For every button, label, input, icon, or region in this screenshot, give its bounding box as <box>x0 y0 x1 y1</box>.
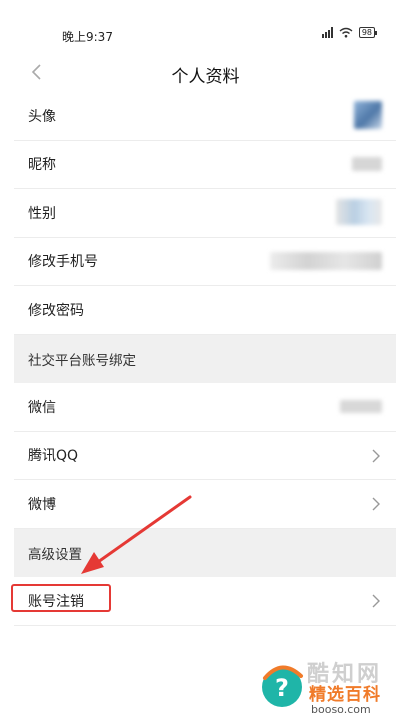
social-binding-section-header: 社交平台账号绑定 <box>14 334 396 383</box>
status-icons: 98 <box>321 27 378 38</box>
cellular-signal-icon <box>321 27 333 38</box>
watermark-url: booso.com <box>311 703 371 716</box>
svg-text:?: ? <box>275 674 289 702</box>
nav-bar: 个人资料 <box>0 50 411 98</box>
account-cancellation-label: 账号注销 <box>28 593 84 610</box>
chevron-right-icon <box>372 594 380 608</box>
profile-settings-list: 头像 昵称 性别 修改手机号 修改密码 社交平台账号绑定 微信 腾讯QQ 微博 … <box>14 92 396 626</box>
wechat-label: 微信 <box>28 399 56 416</box>
status-time: 晚上9:37 <box>62 30 113 44</box>
advanced-settings-section-header: 高级设置 <box>14 528 396 577</box>
qq-row[interactable]: 腾讯QQ <box>14 432 396 480</box>
question-mark-logo-icon: ? <box>262 665 303 707</box>
nickname-label: 昵称 <box>28 157 56 174</box>
change-password-label: 修改密码 <box>28 302 84 319</box>
avatar-thumbnail <box>354 101 382 129</box>
change-password-row[interactable]: 修改密码 <box>14 286 396 335</box>
nickname-value-blurred <box>352 156 382 171</box>
change-phone-row[interactable]: 修改手机号 <box>14 238 396 286</box>
wifi-icon <box>339 27 353 38</box>
advanced-settings-section-label: 高级设置 <box>28 546 82 563</box>
qq-label: 腾讯QQ <box>28 448 79 465</box>
gender-label: 性别 <box>28 205 56 222</box>
chevron-right-icon <box>372 449 380 462</box>
gender-value-blurred <box>336 199 382 225</box>
account-cancellation-row[interactable]: 账号注销 <box>14 577 396 626</box>
avatar-label: 头像 <box>28 108 56 125</box>
wechat-row[interactable]: 微信 <box>14 383 396 432</box>
change-phone-label: 修改手机号 <box>28 254 98 271</box>
nickname-row[interactable]: 昵称 <box>14 141 396 189</box>
social-binding-section-label: 社交平台账号绑定 <box>28 352 136 369</box>
watermark: ? 酷知网 精选百科 booso.com <box>253 658 411 719</box>
battery-icon: 98 <box>358 27 378 38</box>
battery-level: 98 <box>361 28 372 37</box>
page-title: 个人资料 <box>171 67 240 87</box>
avatar-row[interactable]: 头像 <box>14 92 396 141</box>
weibo-label: 微博 <box>28 496 56 513</box>
weibo-row[interactable]: 微博 <box>14 480 396 529</box>
chevron-right-icon <box>372 497 380 511</box>
phone-value-blurred <box>270 251 382 270</box>
status-bar: 晚上9:37 98 <box>0 0 411 50</box>
watermark-brand: 精选百科 <box>309 685 381 705</box>
gender-row[interactable]: 性别 <box>14 189 396 238</box>
wechat-value-blurred <box>340 400 382 413</box>
